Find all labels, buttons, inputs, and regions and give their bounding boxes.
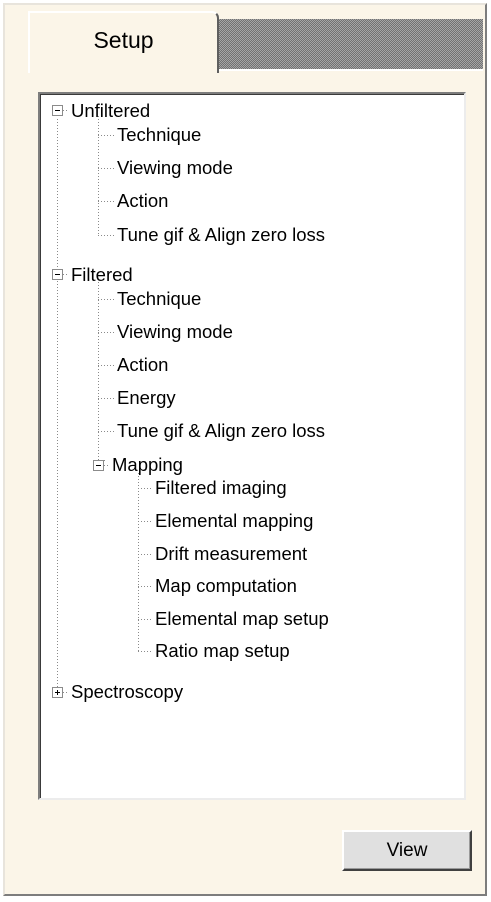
- tree-node-filtered[interactable]: Filtered: [71, 262, 133, 288]
- unfiltered-collapse-toggle[interactable]: [52, 105, 63, 116]
- tree-node-map-computation[interactable]: Map computation: [155, 573, 297, 599]
- tree-node-elemental-map-setup[interactable]: Elemental map setup: [155, 606, 329, 632]
- tree-node-drift-measurement[interactable]: Drift measurement: [155, 541, 307, 567]
- setup-panel: Setup Unfiltered Technique Viewing mode …: [3, 3, 487, 896]
- tree-node-unfiltered[interactable]: Unfiltered: [71, 98, 150, 124]
- tab-divider: [218, 69, 483, 71]
- tree-node-filtered-action[interactable]: Action: [117, 352, 168, 378]
- tree-node-elemental-mapping[interactable]: Elemental mapping: [155, 508, 313, 534]
- mapping-collapse-toggle[interactable]: [93, 460, 104, 471]
- tab-setup-label: Setup: [93, 27, 154, 53]
- tree-node-unfiltered-action[interactable]: Action: [117, 188, 168, 214]
- tree-node-filtered-viewing-mode[interactable]: Viewing mode: [117, 319, 233, 345]
- filtered-collapse-toggle[interactable]: [52, 269, 63, 280]
- setup-tree-view[interactable]: Unfiltered Technique Viewing mode Action…: [38, 92, 466, 800]
- tree-node-unfiltered-tune-gif[interactable]: Tune gif & Align zero loss: [117, 222, 325, 248]
- tab-strip-background: [217, 19, 483, 70]
- tab-setup[interactable]: Setup: [28, 11, 219, 73]
- tree-node-unfiltered-technique[interactable]: Technique: [117, 122, 201, 148]
- tree-node-filtered-energy[interactable]: Energy: [117, 385, 176, 411]
- spectroscopy-expand-toggle[interactable]: [52, 687, 63, 698]
- tree-node-filtered-technique[interactable]: Technique: [117, 286, 201, 312]
- tree-node-spectroscopy[interactable]: Spectroscopy: [71, 679, 183, 705]
- tree-node-filtered-imaging[interactable]: Filtered imaging: [155, 475, 287, 501]
- tree-node-filtered-tune-gif[interactable]: Tune gif & Align zero loss: [117, 418, 325, 444]
- view-button[interactable]: View: [342, 830, 472, 871]
- tree-node-ratio-map-setup[interactable]: Ratio map setup: [155, 638, 290, 664]
- tree-node-unfiltered-viewing-mode[interactable]: Viewing mode: [117, 155, 233, 181]
